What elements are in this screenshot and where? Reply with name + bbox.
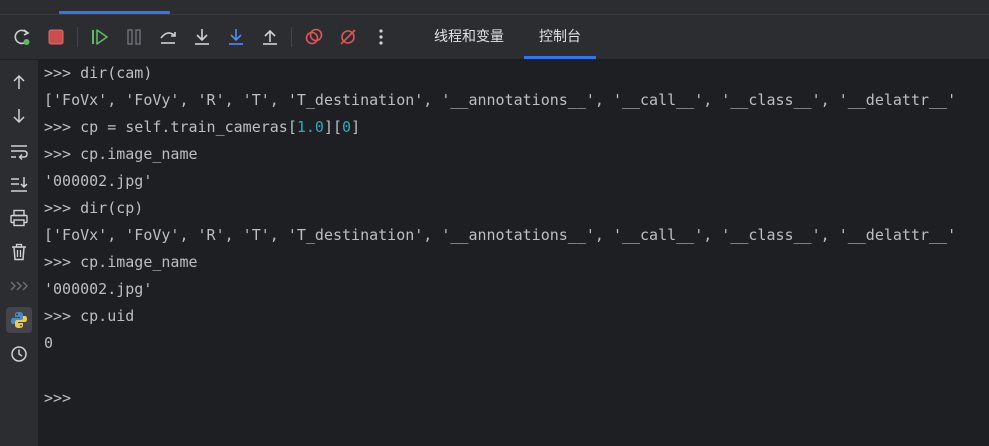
- console-line: >>> cp.uid: [44, 307, 135, 325]
- expand-icon[interactable]: [6, 273, 32, 299]
- console-line: '000002.jpg': [44, 172, 153, 190]
- number-literal: 1.0: [296, 118, 324, 136]
- console-sidebar: [0, 60, 39, 446]
- scroll-to-end-icon[interactable]: [6, 171, 32, 197]
- console-line: >>> dir(cam): [44, 64, 153, 82]
- console-line: ['FoVx', 'FoVy', 'R', 'T', 'T_destinatio…: [44, 91, 957, 109]
- tab-console[interactable]: 控制台: [524, 15, 596, 59]
- print-icon[interactable]: [6, 205, 32, 231]
- mute-breakpoints-icon[interactable]: [336, 25, 360, 49]
- clear-all-icon[interactable]: [6, 239, 32, 265]
- rerun-icon[interactable]: [10, 25, 34, 49]
- python-console-icon[interactable]: [6, 307, 32, 333]
- scroll-down-icon[interactable]: [6, 103, 32, 129]
- debug-toolbar: 线程和变量 控制台: [0, 15, 989, 60]
- history-icon[interactable]: [6, 341, 32, 367]
- resume-icon[interactable]: [88, 25, 112, 49]
- console-line: >>> cp.image_name: [44, 145, 198, 163]
- soft-wrap-icon[interactable]: [6, 138, 32, 164]
- console-line: >>> cp = self.train_cameras[1.0][0]: [44, 118, 361, 136]
- more-icon[interactable]: [369, 25, 393, 49]
- console-line: >>> cp.image_name: [44, 253, 198, 271]
- console-output[interactable]: >>> dir(cam) ['FoVx', 'FoVy', 'R', 'T', …: [42, 60, 989, 446]
- toolbar-separator: [77, 27, 78, 47]
- console-line: >>> dir(cp): [44, 199, 144, 217]
- pause-icon[interactable]: [122, 25, 146, 49]
- step-over-icon[interactable]: [156, 25, 180, 49]
- console-line: 0: [44, 334, 54, 352]
- step-into-my-code-icon[interactable]: [224, 25, 248, 49]
- console-line: '000002.jpg': [44, 280, 153, 298]
- tab-threads-variables[interactable]: 线程和变量: [419, 15, 519, 59]
- step-out-icon[interactable]: [258, 25, 282, 49]
- toolbar-separator: [291, 27, 292, 47]
- stop-icon[interactable]: [44, 25, 68, 49]
- top-tool-window-strip: [0, 0, 989, 15]
- active-run-tab-indicator: [59, 11, 170, 14]
- number-literal: 0: [342, 118, 352, 136]
- console-line: ['FoVx', 'FoVy', 'R', 'T', 'T_destinatio…: [44, 226, 957, 244]
- step-into-icon[interactable]: [190, 25, 214, 49]
- console-input-prompt[interactable]: >>>: [44, 387, 71, 409]
- view-breakpoints-icon[interactable]: [302, 25, 326, 49]
- scroll-up-icon[interactable]: [6, 69, 32, 95]
